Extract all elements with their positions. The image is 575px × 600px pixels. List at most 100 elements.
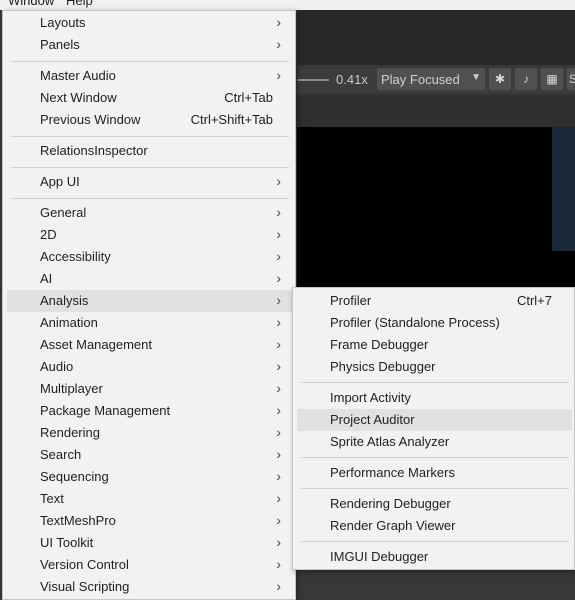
menu-item-rendering[interactable]: Rendering › bbox=[7, 422, 293, 444]
chevron-right-icon: › bbox=[276, 380, 281, 396]
chevron-right-icon: › bbox=[276, 270, 281, 286]
chevron-right-icon: › bbox=[276, 314, 281, 330]
submenu-item-performance-markers[interactable]: Performance Markers bbox=[297, 462, 572, 484]
menubar: Window Help bbox=[0, 0, 575, 10]
chevron-right-icon: › bbox=[276, 292, 281, 308]
menu-item-accessibility[interactable]: Accessibility › bbox=[7, 246, 293, 268]
menu-item-label: 2D bbox=[40, 227, 57, 242]
zoom-slider[interactable] bbox=[297, 79, 329, 81]
submenu-item-label: Performance Markers bbox=[330, 465, 455, 480]
speaker-icon[interactable]: ♪ bbox=[515, 68, 537, 90]
submenu-item-label: Render Graph Viewer bbox=[330, 518, 456, 533]
menu-item-previous-window[interactable]: Previous Window Ctrl+Shift+Tab bbox=[7, 109, 293, 131]
play-mode-label: Play Focused bbox=[381, 72, 460, 87]
submenu-item-physics-debugger[interactable]: Physics Debugger bbox=[297, 356, 572, 378]
zoom-value: 0.41x bbox=[336, 72, 368, 87]
submenu-item-label: Rendering Debugger bbox=[330, 496, 451, 511]
menu-separator bbox=[11, 136, 289, 137]
submenu-item-label: Profiler bbox=[330, 293, 372, 308]
menu-item-multiplayer[interactable]: Multiplayer › bbox=[7, 378, 293, 400]
submenu-item-label: Frame Debugger bbox=[330, 337, 429, 352]
menu-item-label: UI Toolkit bbox=[40, 535, 94, 550]
menu-item-next-window[interactable]: Next Window Ctrl+Tab bbox=[7, 87, 293, 109]
chevron-right-icon: › bbox=[276, 402, 281, 418]
submenu-item-render-graph-viewer[interactable]: Render Graph Viewer bbox=[297, 515, 572, 537]
menu-item-label: Next Window bbox=[40, 90, 117, 105]
submenu-item-label: Profiler (Standalone Process) bbox=[330, 315, 500, 330]
menu-item-analysis[interactable]: Analysis › bbox=[7, 290, 293, 312]
menu-separator bbox=[11, 167, 289, 168]
menu-item-app-ui[interactable]: App UI › bbox=[7, 171, 293, 193]
submenu-item-frame-debugger[interactable]: Frame Debugger bbox=[297, 334, 572, 356]
analysis-submenu: Profiler Ctrl+7 Profiler (Standalone Pro… bbox=[292, 287, 575, 570]
menu-item-audio[interactable]: Audio › bbox=[7, 356, 293, 378]
menu-item-label: Search bbox=[40, 447, 82, 462]
chevron-right-icon: › bbox=[276, 204, 281, 220]
chevron-right-icon: › bbox=[276, 424, 281, 440]
menu-item-shortcut: Ctrl+Tab bbox=[224, 90, 273, 105]
menubar-help[interactable]: Help bbox=[66, 0, 93, 8]
submenu-item-profiler-standalone[interactable]: Profiler (Standalone Process) bbox=[297, 312, 572, 334]
chevron-right-icon: › bbox=[276, 512, 281, 528]
chevron-right-icon: › bbox=[276, 534, 281, 550]
menu-item-text[interactable]: Text › bbox=[7, 488, 293, 510]
menu-item-animation[interactable]: Animation › bbox=[7, 312, 293, 334]
menu-item-version-control[interactable]: Version Control › bbox=[7, 554, 293, 576]
chevron-right-icon: › bbox=[276, 490, 281, 506]
menu-item-panels[interactable]: Panels › bbox=[7, 34, 293, 56]
submenu-separator bbox=[301, 457, 569, 458]
window-menu: Layouts › Panels › Master Audio › Next W… bbox=[2, 10, 296, 600]
menu-item-label: Layouts bbox=[40, 15, 86, 30]
editor-header bbox=[297, 10, 575, 65]
submenu-item-label: Import Activity bbox=[330, 390, 411, 405]
submenu-item-label: Physics Debugger bbox=[330, 359, 436, 374]
menu-item-general[interactable]: General › bbox=[7, 202, 293, 224]
submenu-item-imgui-debugger[interactable]: IMGUI Debugger bbox=[297, 546, 572, 568]
game-view-overlay bbox=[552, 127, 575, 251]
keyboard-icon[interactable]: ▦ bbox=[541, 68, 563, 90]
menu-separator bbox=[11, 198, 289, 199]
menu-item-search[interactable]: Search › bbox=[7, 444, 293, 466]
chevron-right-icon: › bbox=[276, 14, 281, 30]
menu-item-2d[interactable]: 2D › bbox=[7, 224, 293, 246]
stats-button[interactable]: S bbox=[567, 68, 575, 90]
submenu-item-label: Sprite Atlas Analyzer bbox=[330, 434, 450, 449]
menu-item-package-management[interactable]: Package Management › bbox=[7, 400, 293, 422]
menu-item-master-audio[interactable]: Master Audio › bbox=[7, 65, 293, 87]
chevron-right-icon: › bbox=[276, 248, 281, 264]
menu-item-label: TextMeshPro bbox=[40, 513, 116, 528]
submenu-item-rendering-debugger[interactable]: Rendering Debugger bbox=[297, 493, 572, 515]
caret-down-icon: ▼ bbox=[471, 72, 481, 83]
menu-item-label: Sequencing bbox=[40, 469, 109, 484]
submenu-item-import-activity[interactable]: Import Activity bbox=[297, 387, 572, 409]
submenu-item-profiler[interactable]: Profiler Ctrl+7 bbox=[297, 290, 572, 312]
menu-item-relations-inspector[interactable]: RelationsInspector bbox=[7, 140, 293, 162]
menu-item-label: Accessibility bbox=[40, 249, 111, 264]
submenu-item-sprite-atlas-analyzer[interactable]: Sprite Atlas Analyzer bbox=[297, 431, 572, 453]
submenu-item-shortcut: Ctrl+7 bbox=[516, 293, 552, 308]
bug-icon[interactable]: ✱ bbox=[489, 68, 511, 90]
menu-item-label: Panels bbox=[40, 37, 80, 52]
chevron-right-icon: › bbox=[276, 446, 281, 462]
play-mode-dropdown[interactable]: Play Focused ▼ bbox=[377, 68, 485, 90]
menu-item-ui-toolkit[interactable]: UI Toolkit › bbox=[7, 532, 293, 554]
submenu-item-project-auditor[interactable]: Project Auditor bbox=[297, 409, 572, 431]
menu-item-visual-scripting[interactable]: Visual Scripting › bbox=[7, 576, 293, 598]
menu-item-ai[interactable]: AI › bbox=[7, 268, 293, 290]
menu-item-sequencing[interactable]: Sequencing › bbox=[7, 466, 293, 488]
game-view bbox=[297, 127, 575, 297]
menu-item-asset-management[interactable]: Asset Management › bbox=[7, 334, 293, 356]
submenu-separator bbox=[301, 382, 569, 383]
menu-item-layouts[interactable]: Layouts › bbox=[7, 12, 293, 34]
chevron-right-icon: › bbox=[276, 578, 281, 594]
menu-item-label: Version Control bbox=[40, 557, 129, 572]
menubar-window[interactable]: Window bbox=[8, 0, 54, 8]
chevron-right-icon: › bbox=[276, 468, 281, 484]
menu-separator bbox=[11, 61, 289, 62]
game-view-toolbar: 0.41x Play Focused ▼ ✱ ♪ ▦ S bbox=[297, 67, 575, 93]
chevron-right-icon: › bbox=[276, 556, 281, 572]
menu-item-textmeshpro[interactable]: TextMeshPro › bbox=[7, 510, 293, 532]
menu-item-label: Analysis bbox=[40, 293, 89, 308]
chevron-right-icon: › bbox=[276, 67, 281, 83]
submenu-separator bbox=[301, 488, 569, 489]
